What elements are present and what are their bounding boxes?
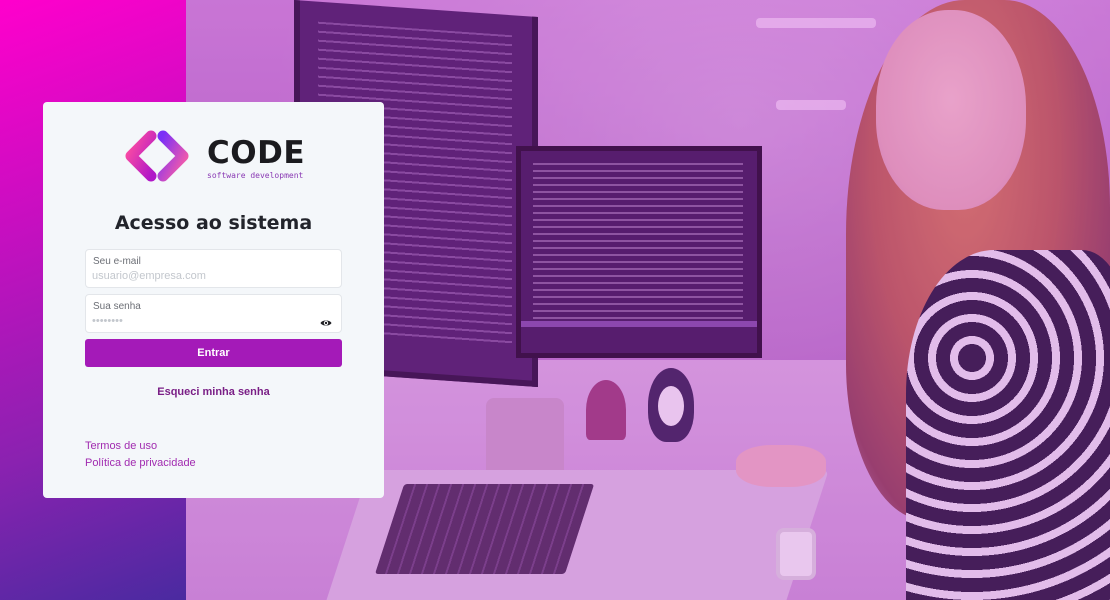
password-input[interactable] (92, 315, 312, 327)
brand-logo: CODE software development (121, 130, 305, 186)
brand-name: CODE (207, 134, 306, 171)
privacy-link[interactable]: Política de privacidade (85, 455, 196, 472)
terms-link[interactable]: Termos de uso (85, 438, 196, 455)
forgot-password-link[interactable]: Esqueci minha senha (43, 386, 384, 398)
password-label: Sua senha (93, 301, 141, 312)
eye-icon[interactable] (320, 316, 332, 328)
email-input[interactable] (92, 270, 312, 282)
email-field[interactable]: Seu e-mail (85, 249, 342, 288)
password-field[interactable]: Sua senha (85, 294, 342, 333)
code-brackets-icon (121, 130, 193, 186)
email-label: Seu e-mail (93, 256, 141, 267)
submit-button[interactable]: Entrar (85, 339, 342, 367)
footer-links: Termos de uso Política de privacidade (85, 438, 196, 472)
login-card: CODE software development Acesso ao sist… (43, 102, 384, 498)
brand-tagline: software development (207, 170, 304, 180)
login-title: Acesso ao sistema (114, 212, 313, 234)
